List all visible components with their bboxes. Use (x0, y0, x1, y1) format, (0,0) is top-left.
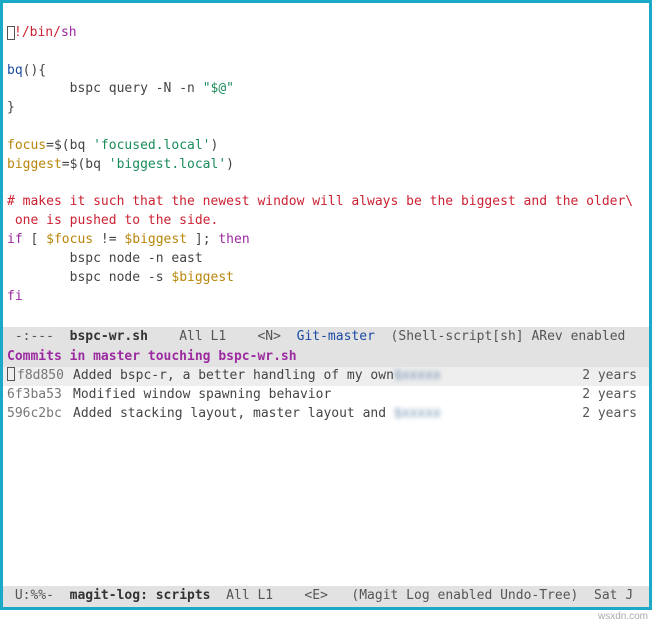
node-east: bspc node -n east (70, 251, 203, 266)
bracket-close: ]; (187, 232, 218, 247)
fn-open: (){ (23, 63, 46, 78)
bq-call-2: bq (85, 157, 108, 172)
biggest-ref: $biggest (124, 232, 187, 247)
commit-age: 2 years (565, 386, 645, 405)
modeline-code: -:--- bspc-wr.sh All L1 <N> Git-master (… (3, 327, 649, 348)
if-kw: if (7, 232, 23, 247)
commit-row[interactable]: 596c2bc Added stacking layout, master la… (3, 405, 649, 424)
paren2: ) (226, 157, 234, 172)
commit-hash: 596c2bc (7, 405, 73, 424)
fi-kw: fi (7, 289, 23, 304)
node-s: bspc node -s (70, 270, 172, 285)
modeline-modes: All L1 <E> (Magit Log enabled Undo-Tree)… (211, 588, 634, 603)
magit-log-header: Commits in master touching bspc-wr.sh (3, 348, 649, 367)
focus-arg: 'focused.local' (93, 138, 210, 153)
biggest-arg: 'biggest.local' (109, 157, 226, 172)
then-kw: then (218, 232, 249, 247)
commit-age: 2 years (565, 405, 645, 424)
commit-message: Modified window spawning behavior (73, 386, 565, 405)
commit-row[interactable]: f8d850 Added bspc-r, a better handling o… (3, 367, 649, 386)
modeline-left: U:%%- (7, 588, 70, 603)
comment-line-1: # makes it such that the newest window w… (7, 194, 633, 209)
eq2: =$( (62, 157, 85, 172)
modeline-buffer-name: magit-log: scripts (70, 588, 211, 603)
emacs-frame: !/bin/sh bq(){ bspc query -N -n "$@" } f… (0, 0, 652, 610)
commit-row[interactable]: 6f3ba53 Modified window spawning behavio… (3, 386, 649, 405)
fn-name: bq (7, 63, 23, 78)
eq1: =$( (46, 138, 69, 153)
focus-ref: $focus (46, 232, 93, 247)
bracket-open: [ (23, 232, 46, 247)
modeline-git: Git-master (297, 329, 375, 344)
paren1: ) (211, 138, 219, 153)
modeline-modes: (Shell-script[sh] ARev enabled (375, 329, 625, 344)
if-op: != (93, 232, 124, 247)
magit-log-buffer[interactable]: Commits in master touching bspc-wr.sh f8… (3, 348, 649, 423)
modeline-magit: U:%%- magit-log: scripts All L1 <E> (Mag… (3, 586, 649, 607)
var-focus: focus (7, 138, 46, 153)
code-buffer[interactable]: !/bin/sh bq(){ bspc query -N -n "$@" } f… (3, 3, 649, 327)
biggest-ref-2: $biggest (171, 270, 234, 285)
comment-line-2: one is pushed to the side. (7, 213, 218, 228)
commit-message: Added stacking layout, master layout and… (73, 405, 565, 424)
commit-age: 2 years (565, 367, 645, 386)
commit-message: Added bspc-r, a better handling of my ow… (73, 367, 565, 386)
redacted-text: $xxxxx (394, 368, 441, 383)
shebang-shell: sh (61, 25, 77, 40)
bq-call-1: bq (70, 138, 93, 153)
modeline-left: -:--- (7, 329, 70, 344)
modeline-pos: All L1 <N> (148, 329, 297, 344)
commit-hash: 6f3ba53 (7, 386, 73, 405)
modeline-buffer-name: bspc-wr.sh (70, 329, 148, 344)
var-biggest: biggest (7, 157, 62, 172)
watermark: wsxdn.com (598, 610, 648, 624)
commit-hash: f8d850 (7, 367, 73, 386)
redacted-text: $xxxxx (394, 406, 441, 421)
fn-close: } (7, 100, 15, 115)
shebang: !/bin/ (14, 25, 61, 40)
fn-body-arg: "$@" (203, 81, 234, 96)
cursor (7, 367, 15, 381)
fn-body-cmd: bspc query -N -n (70, 81, 203, 96)
